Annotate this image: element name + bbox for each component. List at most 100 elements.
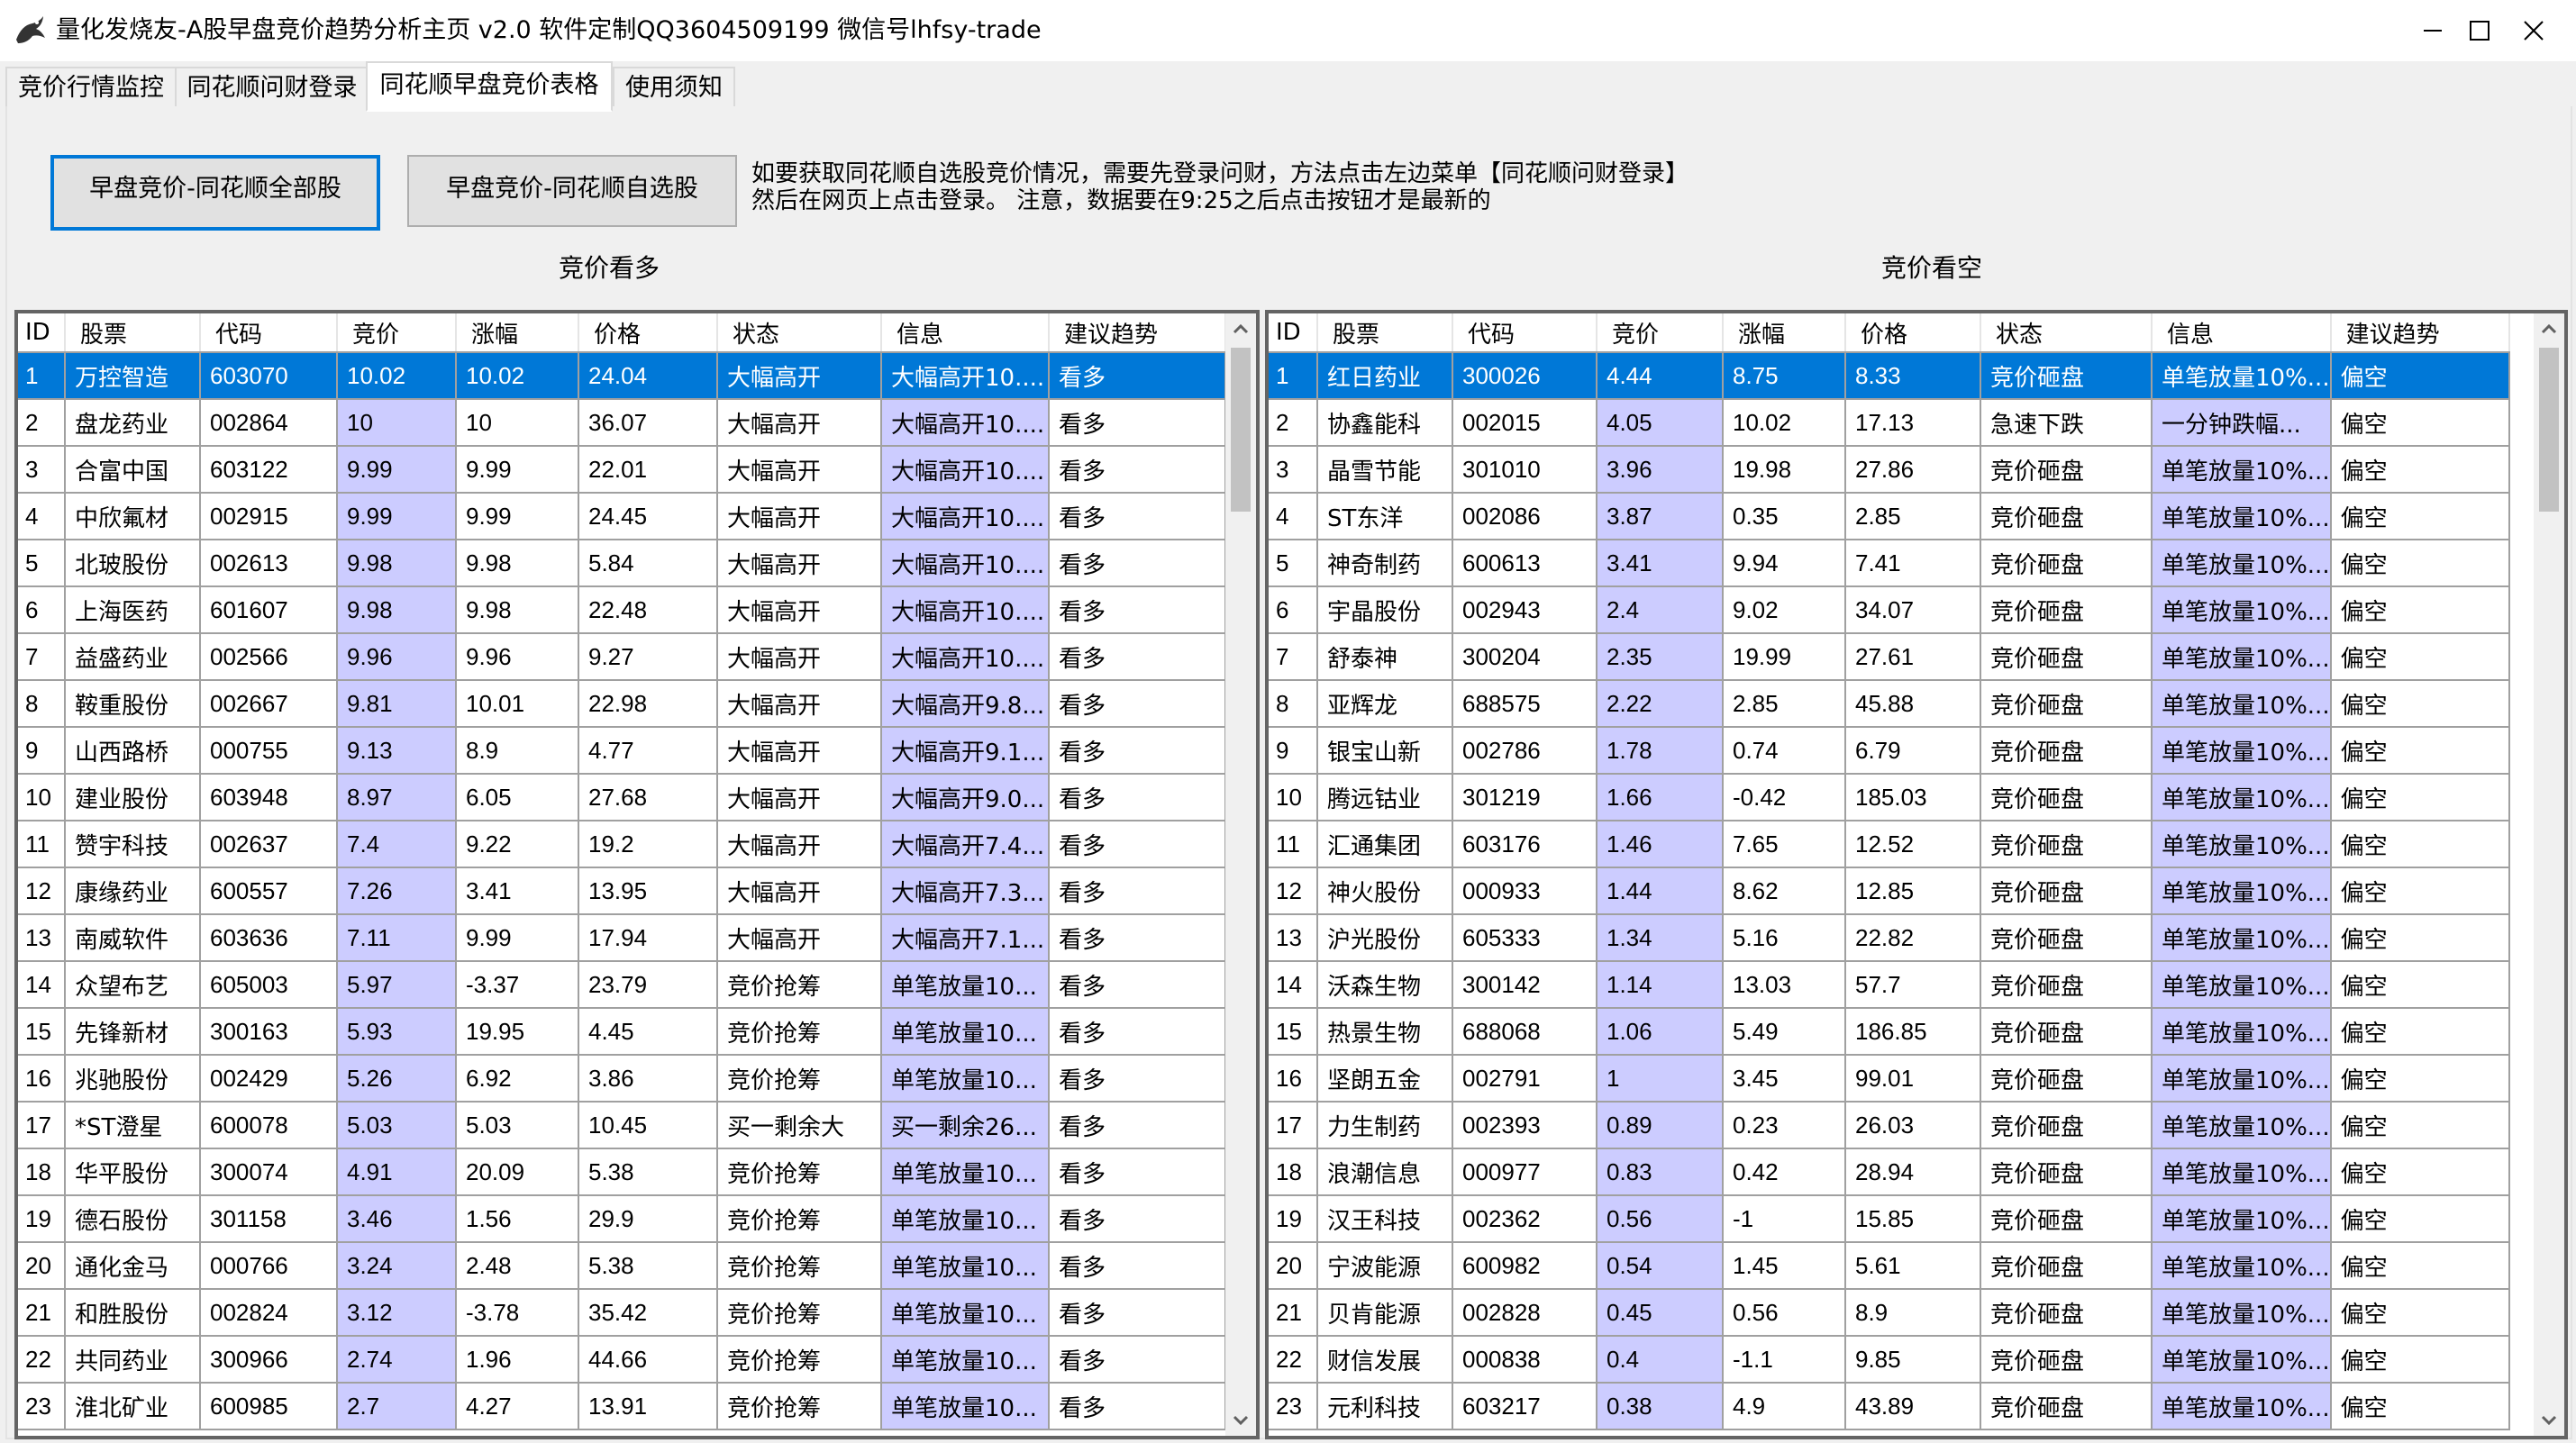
table-row[interactable]: 14 众望布艺 605003 5.97 -3.37 23.79 竞价抢筹 单笔放量10... 看…: [18, 961, 1226, 1009]
table-cell[interactable]: 27.68: [578, 774, 718, 821]
table-cell[interactable]: 19.95: [456, 1008, 579, 1056]
table-cell[interactable]: 5.97: [337, 961, 457, 1009]
table-cell[interactable]: 4.05: [1597, 399, 1724, 447]
table-cell[interactable]: 301010: [1452, 446, 1597, 494]
table-row[interactable]: 16 兆驰股份 002429 5.26 6.92 3.86 竞价抢筹 单笔放量10... 看多: [18, 1055, 1226, 1103]
table-cell[interactable]: 0.23: [1723, 1102, 1846, 1149]
column-header[interactable]: 信息: [881, 313, 1050, 353]
table-cell[interactable]: 5.84: [578, 540, 718, 587]
table-cell[interactable]: 神火股份: [1317, 867, 1453, 915]
table-cell[interactable]: 603217: [1452, 1383, 1597, 1430]
table-cell[interactable]: 沃森生物: [1317, 961, 1453, 1009]
table-cell[interactable]: 12: [1269, 867, 1318, 915]
table-cell[interactable]: 1.34: [1597, 914, 1724, 962]
table-cell[interactable]: 腾远钴业: [1317, 774, 1453, 821]
table-cell[interactable]: 竞价砸盘: [1980, 540, 2153, 587]
table-cell[interactable]: 8.62: [1723, 867, 1846, 915]
table-cell[interactable]: 36.07: [578, 399, 718, 447]
table-cell[interactable]: 大幅高开: [717, 633, 882, 681]
auction-custom-stocks-button[interactable]: 早盘竞价-同花顺自选股: [407, 155, 737, 227]
table-cell[interactable]: 大幅高开10....: [881, 399, 1050, 447]
table-cell[interactable]: 鞍重股份: [65, 680, 201, 728]
table-cell[interactable]: 3.24: [337, 1242, 457, 1290]
table-row[interactable]: 7 舒泰神 300204 2.35 19.99 27.61 竞价砸盘 单笔放量10%... 偏空: [1269, 633, 2510, 681]
table-cell[interactable]: 8.97: [337, 774, 457, 821]
table-cell[interactable]: 竞价抢筹: [717, 1195, 882, 1243]
table-cell[interactable]: 汇通集团: [1317, 821, 1453, 868]
table-cell[interactable]: 竞价砸盘: [1980, 1383, 2153, 1430]
table-row[interactable]: 15 先锋新材 300163 5.93 19.95 4.45 竞价抢筹 单笔放量10... 看多: [18, 1008, 1226, 1056]
table-row[interactable]: 19 汉王科技 002362 0.56 -1 15.85 竞价砸盘 单笔放量10%... 偏空: [1269, 1195, 2510, 1243]
table-cell[interactable]: 0.4: [1597, 1336, 1724, 1384]
table-cell[interactable]: 22.82: [1845, 914, 1981, 962]
table-cell[interactable]: 20.09: [456, 1148, 579, 1196]
column-header[interactable]: 状态: [1980, 313, 2153, 353]
column-header[interactable]: 建议趋势: [1049, 313, 1226, 353]
table-cell[interactable]: 竞价砸盘: [1980, 633, 2153, 681]
table-cell[interactable]: 11: [18, 821, 66, 868]
table-cell[interactable]: 竞价抢筹: [717, 1289, 882, 1337]
table-cell[interactable]: 偏空: [2330, 727, 2510, 775]
table-cell[interactable]: 竞价砸盘: [1980, 961, 2153, 1009]
table-cell[interactable]: 1.44: [1597, 867, 1724, 915]
table-cell[interactable]: 偏空: [2330, 1008, 2510, 1056]
table-row[interactable]: 5 神奇制药 600613 3.41 9.94 7.41 竞价砸盘 单笔放量10%... 偏空: [1269, 540, 2510, 587]
table-cell[interactable]: 竞价砸盘: [1980, 1008, 2153, 1056]
table-cell[interactable]: 银宝山新: [1317, 727, 1453, 775]
table-cell[interactable]: 1.66: [1597, 774, 1724, 821]
table-row[interactable]: 20 宁波能源 600982 0.54 1.45 5.61 竞价砸盘 单笔放量10%... 偏空: [1269, 1242, 2510, 1290]
table-cell[interactable]: 603948: [200, 774, 338, 821]
table-cell[interactable]: 德石股份: [65, 1195, 201, 1243]
table-cell[interactable]: 600982: [1452, 1242, 1597, 1290]
table-cell[interactable]: 8.75: [1723, 352, 1846, 400]
table-cell[interactable]: 热景生物: [1317, 1008, 1453, 1056]
table-cell[interactable]: 5.38: [578, 1148, 718, 1196]
table-cell[interactable]: 19.99: [1723, 633, 1846, 681]
column-header[interactable]: 价格: [578, 313, 718, 353]
table-cell[interactable]: 002915: [200, 493, 338, 540]
table-cell[interactable]: 大幅高开9.0...: [881, 774, 1050, 821]
table-cell[interactable]: 大幅高开10....: [881, 633, 1050, 681]
table-cell[interactable]: 600613: [1452, 540, 1597, 587]
table-cell[interactable]: 看多: [1049, 586, 1226, 634]
table-cell[interactable]: 000933: [1452, 867, 1597, 915]
table-cell[interactable]: 12.85: [1845, 867, 1981, 915]
table-cell[interactable]: 沪光股份: [1317, 914, 1453, 962]
table-cell[interactable]: 002637: [200, 821, 338, 868]
table-cell[interactable]: 单笔放量10...: [881, 1148, 1050, 1196]
table-cell[interactable]: 通化金马: [65, 1242, 201, 1290]
table-row[interactable]: 18 华平股份 300074 4.91 20.09 5.38 竞价抢筹 单笔放量10... 看多: [18, 1148, 1226, 1196]
table-cell[interactable]: 大幅高开: [717, 352, 882, 400]
table-cell[interactable]: 0.38: [1597, 1383, 1724, 1430]
table-cell[interactable]: 9.85: [1845, 1336, 1981, 1384]
table-row[interactable]: 17 力生制药 002393 0.89 0.23 26.03 竞价砸盘 单笔放量10%... 偏…: [1269, 1102, 2510, 1149]
table-cell[interactable]: 看多: [1049, 1195, 1226, 1243]
table-cell[interactable]: 4.9: [1723, 1383, 1846, 1430]
table-cell[interactable]: 大幅高开: [717, 540, 882, 587]
table-cell[interactable]: 17.13: [1845, 399, 1981, 447]
table-cell[interactable]: 18: [18, 1148, 66, 1196]
table-row[interactable]: 2 协鑫能科 002015 4.05 10.02 17.13 急速下跌 一分钟跌幅... 偏空: [1269, 399, 2510, 447]
table-cell[interactable]: 大幅高开10....: [881, 493, 1050, 540]
table-cell[interactable]: 单笔放量10%...: [2152, 540, 2332, 587]
table-cell[interactable]: 2.85: [1723, 680, 1846, 728]
table-cell[interactable]: 偏空: [2330, 1148, 2510, 1196]
table-cell[interactable]: 偏空: [2330, 821, 2510, 868]
table-cell[interactable]: 偏空: [2330, 586, 2510, 634]
table-cell[interactable]: 9.13: [337, 727, 457, 775]
table-cell[interactable]: 宇晶股份: [1317, 586, 1453, 634]
table-cell[interactable]: 603176: [1452, 821, 1597, 868]
table-cell[interactable]: 亚辉龙: [1317, 680, 1453, 728]
table-cell[interactable]: 单笔放量10%...: [2152, 352, 2332, 400]
table-cell[interactable]: 大幅高开: [717, 774, 882, 821]
table-cell[interactable]: 康缘药业: [65, 867, 201, 915]
table-cell[interactable]: 9.98: [337, 586, 457, 634]
table-cell[interactable]: 605333: [1452, 914, 1597, 962]
table-row[interactable]: 5 北玻股份 002613 9.98 9.98 5.84 大幅高开 大幅高开10.... 看多: [18, 540, 1226, 587]
table-cell[interactable]: 1.06: [1597, 1008, 1724, 1056]
table-cell[interactable]: 9.99: [456, 493, 579, 540]
table-cell[interactable]: 2.35: [1597, 633, 1724, 681]
table-cell[interactable]: 7: [18, 633, 66, 681]
column-header[interactable]: 代码: [1452, 313, 1597, 353]
table-cell[interactable]: 单笔放量10...: [881, 1055, 1050, 1103]
